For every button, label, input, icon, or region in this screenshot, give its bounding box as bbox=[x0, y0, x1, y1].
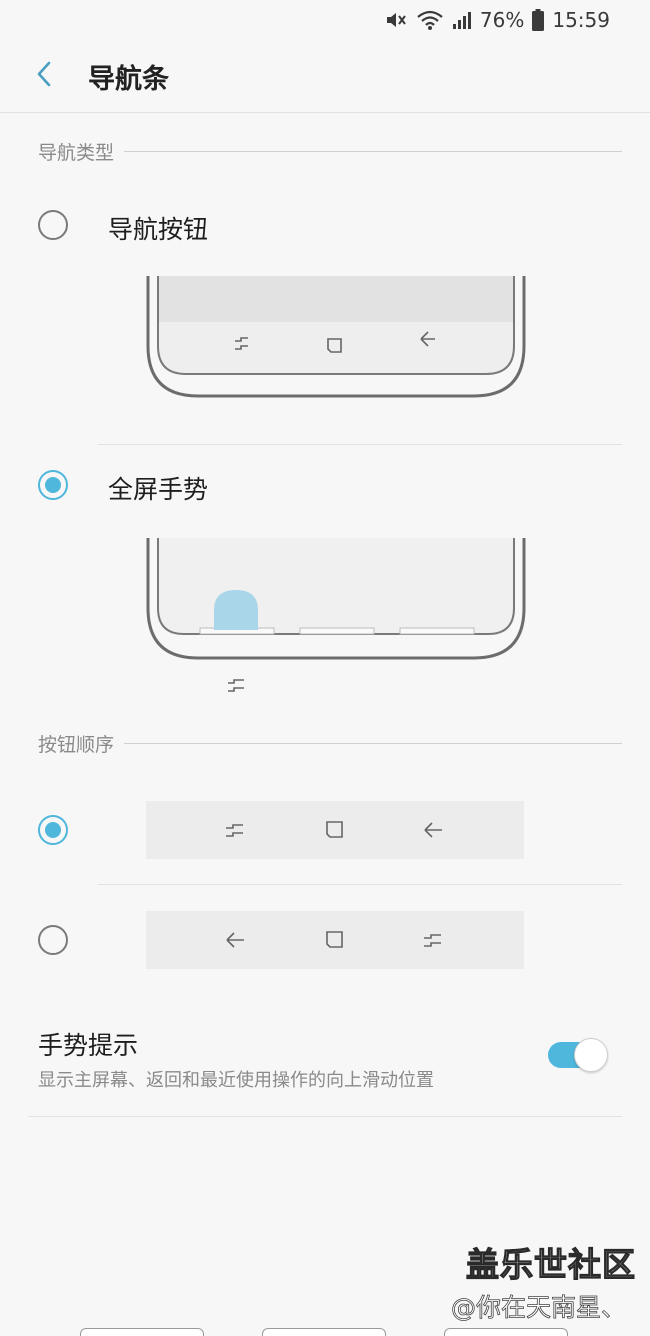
option-divider bbox=[98, 444, 622, 445]
back-icon bbox=[224, 928, 248, 952]
status-bar: 76% 15:59 bbox=[0, 0, 650, 40]
section-header-button-order: 按钮顺序 bbox=[38, 730, 622, 757]
section-divider bbox=[124, 151, 622, 152]
section-title: 按钮顺序 bbox=[38, 734, 115, 756]
back-icon bbox=[422, 818, 446, 842]
back-button[interactable] bbox=[14, 46, 74, 106]
radio-fullscreen-gestures[interactable] bbox=[38, 470, 68, 500]
watermark-community: 盖乐世社区 bbox=[465, 1244, 636, 1284]
battery-text: 76% bbox=[479, 8, 525, 32]
section-header-navigation-type: 导航类型 bbox=[38, 138, 622, 165]
navigation-buttons-illustration[interactable] bbox=[144, 276, 528, 404]
home-icon bbox=[323, 928, 347, 952]
toggle-knob bbox=[574, 1038, 608, 1072]
recent-apps-icon bbox=[422, 928, 446, 952]
recent-apps-icon bbox=[224, 818, 248, 842]
swipe-finger-indicator bbox=[214, 590, 258, 630]
watermark-author: @你在天南星、 bbox=[450, 1293, 627, 1323]
section-divider bbox=[124, 743, 622, 744]
navigation-bar-settings-screen: 76% 15:59 导航条 导航类型 导航按钮 全屏手势 按钮顺序 手势提示 显… bbox=[0, 0, 650, 1336]
gesture-hint-toggle[interactable] bbox=[548, 1038, 608, 1072]
gesture-hint-description: 显示主屏幕、返回和最近使用操作的向上滑动位置 bbox=[38, 1070, 434, 1091]
bottom-tab bbox=[262, 1328, 386, 1336]
radio-navigation-buttons[interactable] bbox=[38, 210, 68, 240]
option-divider bbox=[98, 884, 622, 885]
fullscreen-gestures-illustration[interactable] bbox=[144, 538, 528, 702]
radio-order-back-home-recent[interactable] bbox=[38, 925, 68, 955]
option-label-navigation-buttons[interactable]: 导航按钮 bbox=[108, 210, 208, 246]
battery-icon bbox=[532, 9, 545, 31]
page-title: 导航条 bbox=[88, 63, 169, 95]
order-option-back-home-recent[interactable] bbox=[146, 911, 524, 969]
recent-apps-icon bbox=[228, 679, 244, 692]
home-icon bbox=[323, 818, 347, 842]
clock: 15:59 bbox=[552, 8, 610, 32]
wifi-icon bbox=[416, 9, 444, 31]
bottom-tab bbox=[80, 1328, 204, 1336]
gesture-hint-title[interactable]: 手势提示 bbox=[38, 1026, 138, 1062]
chevron-left-icon bbox=[34, 59, 54, 93]
bottom-edge-tabs bbox=[0, 1328, 650, 1336]
mute-icon bbox=[384, 9, 408, 31]
order-option-recent-home-back[interactable] bbox=[146, 801, 524, 859]
section-title: 导航类型 bbox=[38, 142, 115, 164]
app-bar: 导航条 bbox=[0, 40, 650, 113]
bottom-tab bbox=[444, 1328, 568, 1336]
radio-order-recent-home-back[interactable] bbox=[38, 815, 68, 845]
section-divider-bottom bbox=[28, 1116, 622, 1117]
option-label-fullscreen-gestures[interactable]: 全屏手势 bbox=[108, 470, 208, 506]
signal-icon bbox=[452, 10, 472, 30]
